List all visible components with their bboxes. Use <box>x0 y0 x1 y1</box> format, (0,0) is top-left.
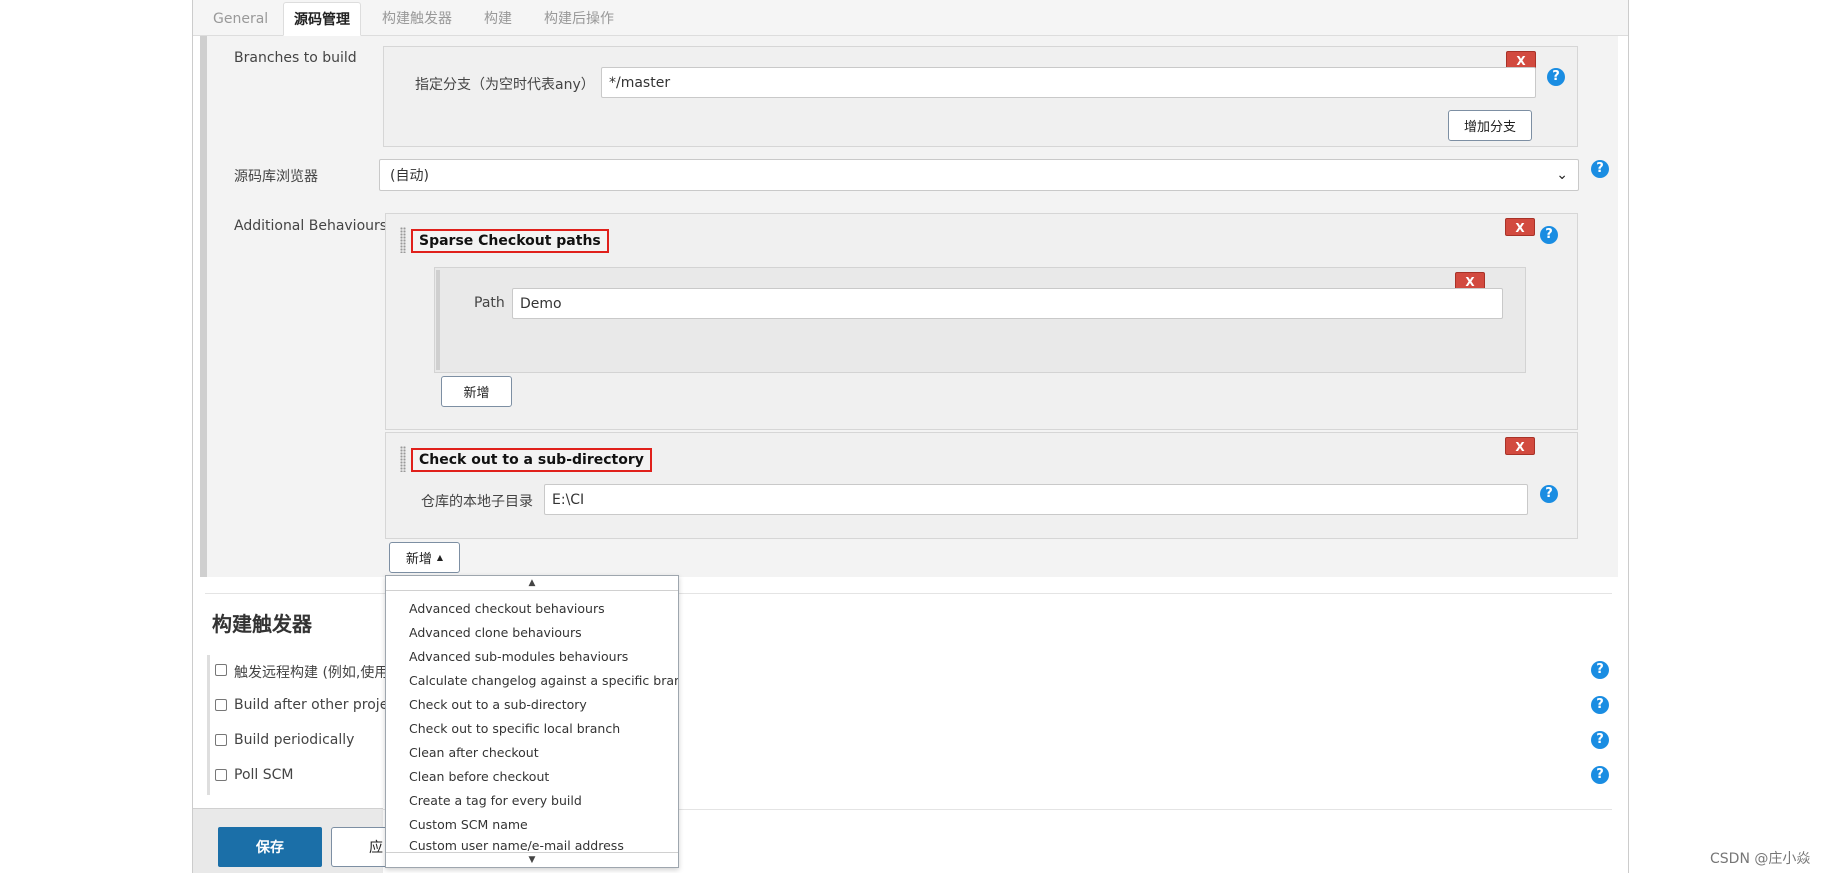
branch-specifier-label: 指定分支（为空时代表any） <box>415 77 595 93</box>
save-button[interactable]: 保存 <box>218 827 322 867</box>
dropdown-item[interactable]: Custom SCM name <box>386 813 678 837</box>
apply-button[interactable]: 应 <box>331 827 391 867</box>
tab-scm[interactable]: 源码管理 <box>283 2 361 36</box>
watermark: CSDN @庄小焱 <box>1710 851 1811 867</box>
path-label: Path <box>474 295 505 311</box>
behaviours-dropdown-menu: ▲ Advanced checkout behaviours Advanced … <box>385 575 679 868</box>
dropdown-item[interactable]: Clean before checkout <box>386 765 678 789</box>
drag-handle-icon[interactable] <box>400 446 406 472</box>
sparse-path-box <box>434 267 1526 373</box>
triggers-rail <box>207 655 210 795</box>
trigger-poll-scm-label: Poll SCM <box>234 767 294 783</box>
branch-specifier-input[interactable]: */master <box>601 67 1536 98</box>
path-input[interactable]: Demo <box>512 288 1503 319</box>
scroll-down-icon[interactable]: ▼ <box>386 852 678 867</box>
sparse-path-rail <box>436 270 440 370</box>
dropdown-item[interactable]: Check out to specific local branch <box>386 717 678 741</box>
trigger-after-projects-checkbox[interactable] <box>215 699 227 711</box>
add-branch-button[interactable]: 增加分支 <box>1448 110 1532 141</box>
branches-label: Branches to build <box>234 50 357 66</box>
add-behaviour-label: 新增 <box>405 552 432 567</box>
help-icon[interactable]: ? <box>1591 160 1609 178</box>
additional-behaviours-label: Additional Behaviours <box>234 218 388 234</box>
help-icon[interactable]: ? <box>1540 485 1558 503</box>
build-triggers-title: 构建触发器 <box>212 612 312 636</box>
local-subdir-label: 仓库的本地子目录 <box>421 494 533 510</box>
trigger-periodically-label: Build periodically <box>234 732 355 748</box>
repo-browser-label: 源码库浏览器 <box>234 169 318 185</box>
dropdown-item[interactable]: Advanced checkout behaviours <box>386 597 678 621</box>
dropdown-item[interactable]: Advanced clone behaviours <box>386 621 678 645</box>
repo-browser-value: (自动) <box>390 168 429 184</box>
trigger-periodically-checkbox[interactable] <box>215 734 227 746</box>
tab-post-build[interactable]: 构建后操作 <box>534 2 624 36</box>
path-value: Demo <box>520 295 562 312</box>
branch-specifier-value: */master <box>609 74 671 91</box>
dropdown-item[interactable]: Check out to a sub-directory <box>386 693 678 717</box>
subdir-title: Check out to a sub-directory <box>411 448 652 472</box>
repo-browser-select[interactable]: (自动) ⌄ <box>379 159 1579 191</box>
help-icon[interactable]: ? <box>1591 731 1609 749</box>
local-subdir-value: E:\CI <box>552 491 585 508</box>
drag-handle-icon[interactable] <box>400 227 406 253</box>
sparse-checkout-title: Sparse Checkout paths <box>411 229 609 253</box>
trigger-remote-label: 触发远程构建 (例如,使用 <box>234 665 386 681</box>
dropdown-item[interactable]: Advanced sub-modules behaviours <box>386 645 678 669</box>
chevron-down-icon: ⌄ <box>1556 167 1568 183</box>
caret-up-icon: ▲ <box>436 553 444 562</box>
add-behaviour-button[interactable]: 新增 ▲ <box>389 542 460 573</box>
trigger-remote-checkbox[interactable] <box>215 664 227 676</box>
dropdown-item[interactable]: Calculate changelog against a specific b… <box>386 669 678 693</box>
scroll-up-icon[interactable]: ▲ <box>386 576 678 591</box>
add-path-button[interactable]: 新增 <box>441 376 512 407</box>
remove-subdir-button[interactable]: X <box>1505 437 1535 455</box>
remove-sparse-checkout-button[interactable]: X <box>1505 218 1535 236</box>
help-icon[interactable]: ? <box>1591 766 1609 784</box>
tab-build-triggers[interactable]: 构建触发器 <box>372 2 462 36</box>
trigger-after-projects-label: Build after other projects <box>234 697 386 713</box>
help-icon[interactable]: ? <box>1591 696 1609 714</box>
dropdown-item[interactable]: Custom user name/e-mail address <box>386 837 678 851</box>
dropdown-item[interactable]: Clean after checkout <box>386 741 678 765</box>
tab-general[interactable]: General <box>203 2 278 36</box>
dropdown-item[interactable]: Create a tag for every build <box>386 789 678 813</box>
help-icon[interactable]: ? <box>1540 226 1558 244</box>
help-icon[interactable]: ? <box>1547 68 1565 86</box>
tab-build[interactable]: 构建 <box>474 2 522 36</box>
trigger-poll-scm-checkbox[interactable] <box>215 769 227 781</box>
local-subdir-input[interactable]: E:\CI <box>544 484 1528 515</box>
help-icon[interactable]: ? <box>1591 661 1609 679</box>
scm-section-rail <box>200 36 207 577</box>
